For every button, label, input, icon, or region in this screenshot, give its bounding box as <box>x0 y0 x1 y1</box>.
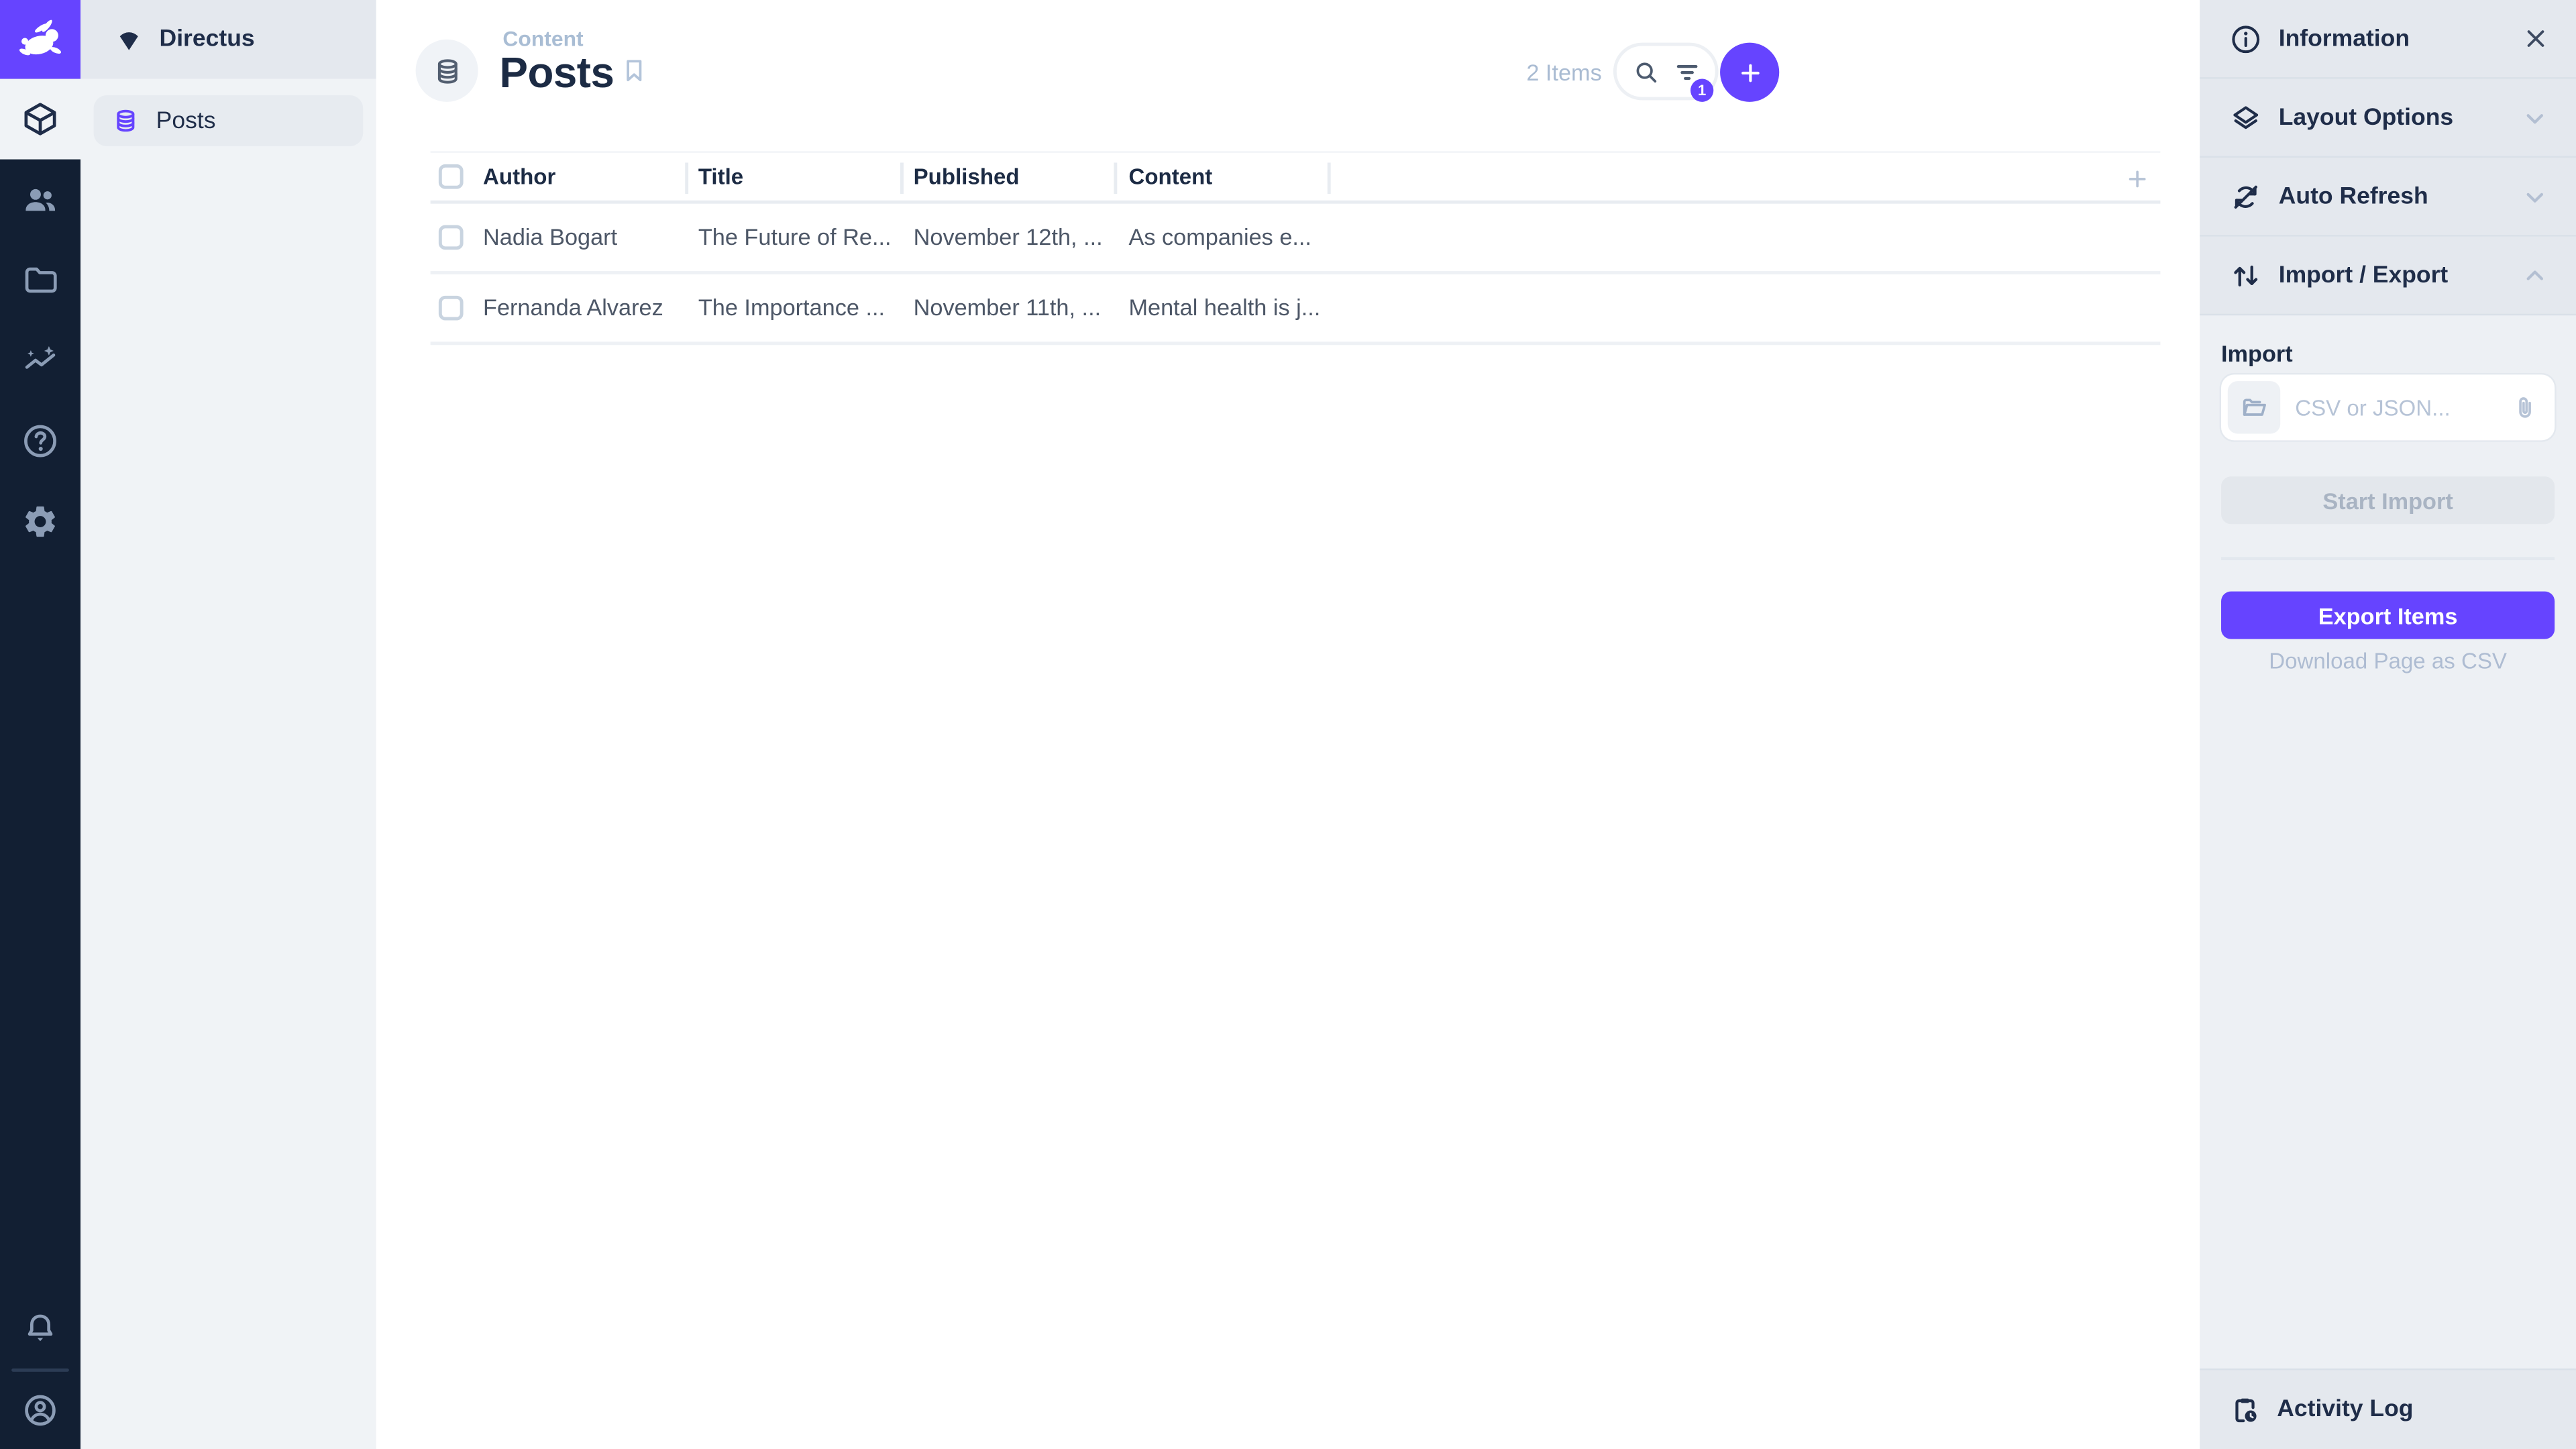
column-header-author[interactable]: Author <box>483 153 555 202</box>
import-label: Import <box>2221 340 2293 366</box>
plus-icon <box>2125 166 2151 192</box>
import-file-input[interactable] <box>2221 374 2555 440</box>
nav-sidebar: Directus Posts <box>80 0 376 1449</box>
info-icon <box>2229 22 2262 55</box>
activity-log-button[interactable]: Activity Log <box>2200 1368 2576 1449</box>
module-insights[interactable] <box>0 321 80 401</box>
download-csv-link[interactable]: Download Page as CSV <box>2200 649 2576 674</box>
users-icon <box>21 180 59 218</box>
cell-title: The Future of Re... <box>698 204 892 271</box>
column-divider[interactable] <box>1114 162 1117 194</box>
cube-icon <box>21 100 59 138</box>
bookmark-button[interactable] <box>619 56 649 85</box>
export-items-button[interactable]: Export Items <box>2221 592 2555 639</box>
main-content: Content Posts 2 Items 1 Author <box>376 0 2200 1449</box>
user-circle-icon <box>21 1391 59 1429</box>
start-import-button[interactable]: Start Import <box>2221 476 2555 524</box>
folder-open-icon <box>2239 392 2269 422</box>
database-icon <box>431 55 463 87</box>
activity-log-icon <box>2229 1394 2261 1426</box>
close-icon[interactable] <box>2522 25 2550 53</box>
column-divider[interactable] <box>1328 162 1331 194</box>
info-sidebar: Information Layout Options Auto Refresh <box>2200 0 2576 1449</box>
table-row[interactable]: Nadia Bogart The Future of Re... Novembe… <box>431 204 2161 274</box>
table-header-row: Author Title Published Content <box>431 151 2161 203</box>
chevron-down-icon <box>2520 103 2550 132</box>
project-name: Directus <box>160 26 255 52</box>
section-label: Auto Refresh <box>2279 183 2504 209</box>
plus-icon <box>1735 58 1764 87</box>
section-label: Layout Options <box>2279 105 2504 131</box>
section-label: Information <box>2279 25 2506 52</box>
column-header-published[interactable]: Published <box>914 153 1020 202</box>
bell-icon <box>21 1309 59 1347</box>
insights-icon <box>21 341 59 379</box>
cell-content: Mental health is j... <box>1128 274 1320 341</box>
section-label: Import / Export <box>2279 262 2504 288</box>
chevron-down-icon <box>2520 182 2550 211</box>
filter-count-badge: 1 <box>1690 79 1713 102</box>
add-item-button[interactable] <box>1720 43 1779 102</box>
items-table: Author Title Published Content Nadia Bog… <box>431 151 2161 345</box>
panel-divider <box>2221 557 2555 560</box>
file-tile <box>2228 381 2280 433</box>
row-checkbox[interactable] <box>439 295 464 320</box>
rabbit-logo-icon <box>15 14 66 65</box>
cell-published: November 11th, ... <box>914 274 1102 341</box>
module-files[interactable] <box>0 240 80 321</box>
directus-logo[interactable] <box>0 0 80 79</box>
cell-content: As companies e... <box>1128 204 1311 271</box>
sidebar-section-import-export[interactable]: Import / Export <box>2200 237 2576 316</box>
search-icon[interactable] <box>1631 56 1660 86</box>
activity-log-label: Activity Log <box>2277 1397 2413 1423</box>
column-header-content[interactable]: Content <box>1128 153 1212 202</box>
sidebar-section-information[interactable]: Information <box>2200 0 2576 79</box>
sidebar-section-layout-options[interactable]: Layout Options <box>2200 79 2576 158</box>
sidebar-item-label: Posts <box>156 107 216 133</box>
notifications-button[interactable] <box>0 1288 80 1368</box>
project-switcher[interactable]: Directus <box>80 0 376 79</box>
sidebar-section-auto-refresh[interactable]: Auto Refresh <box>2200 158 2576 237</box>
import-export-icon <box>2229 259 2262 292</box>
module-content[interactable] <box>0 79 80 160</box>
module-bar <box>0 0 80 1449</box>
directus-app: Directus Posts Content Posts <box>0 0 2576 1449</box>
module-users[interactable] <box>0 160 80 240</box>
module-help[interactable] <box>0 401 80 482</box>
sync-disabled-icon <box>2229 180 2262 213</box>
layers-icon <box>2229 101 2262 134</box>
add-column-button[interactable] <box>2125 166 2151 192</box>
page-title: Posts <box>499 48 614 99</box>
import-file-field[interactable] <box>2280 395 2510 420</box>
column-divider[interactable] <box>685 162 688 194</box>
column-header-title[interactable]: Title <box>698 153 743 202</box>
project-wedge-icon <box>115 25 143 54</box>
table-row[interactable]: Fernanda Alvarez The Importance ... Nove… <box>431 274 2161 345</box>
module-settings[interactable] <box>0 482 80 562</box>
cell-published: November 12th, ... <box>914 204 1103 271</box>
chevron-up-icon <box>2520 260 2550 290</box>
gear-icon <box>21 502 59 540</box>
folder-icon <box>21 261 59 299</box>
database-icon <box>112 107 140 135</box>
cell-author: Fernanda Alvarez <box>483 274 663 341</box>
bookmark-icon <box>619 56 649 85</box>
help-icon <box>21 422 59 460</box>
account-button[interactable] <box>0 1370 80 1449</box>
cell-author: Nadia Bogart <box>483 204 617 271</box>
row-checkbox[interactable] <box>439 224 464 249</box>
collection-icon-circle <box>416 40 478 102</box>
column-divider[interactable] <box>900 162 904 194</box>
select-all-checkbox[interactable] <box>439 164 464 189</box>
sidebar-item-posts[interactable]: Posts <box>94 95 364 146</box>
cell-title: The Importance ... <box>698 274 885 341</box>
items-count: 2 Items <box>1526 59 1601 85</box>
paperclip-icon[interactable] <box>2510 392 2540 422</box>
